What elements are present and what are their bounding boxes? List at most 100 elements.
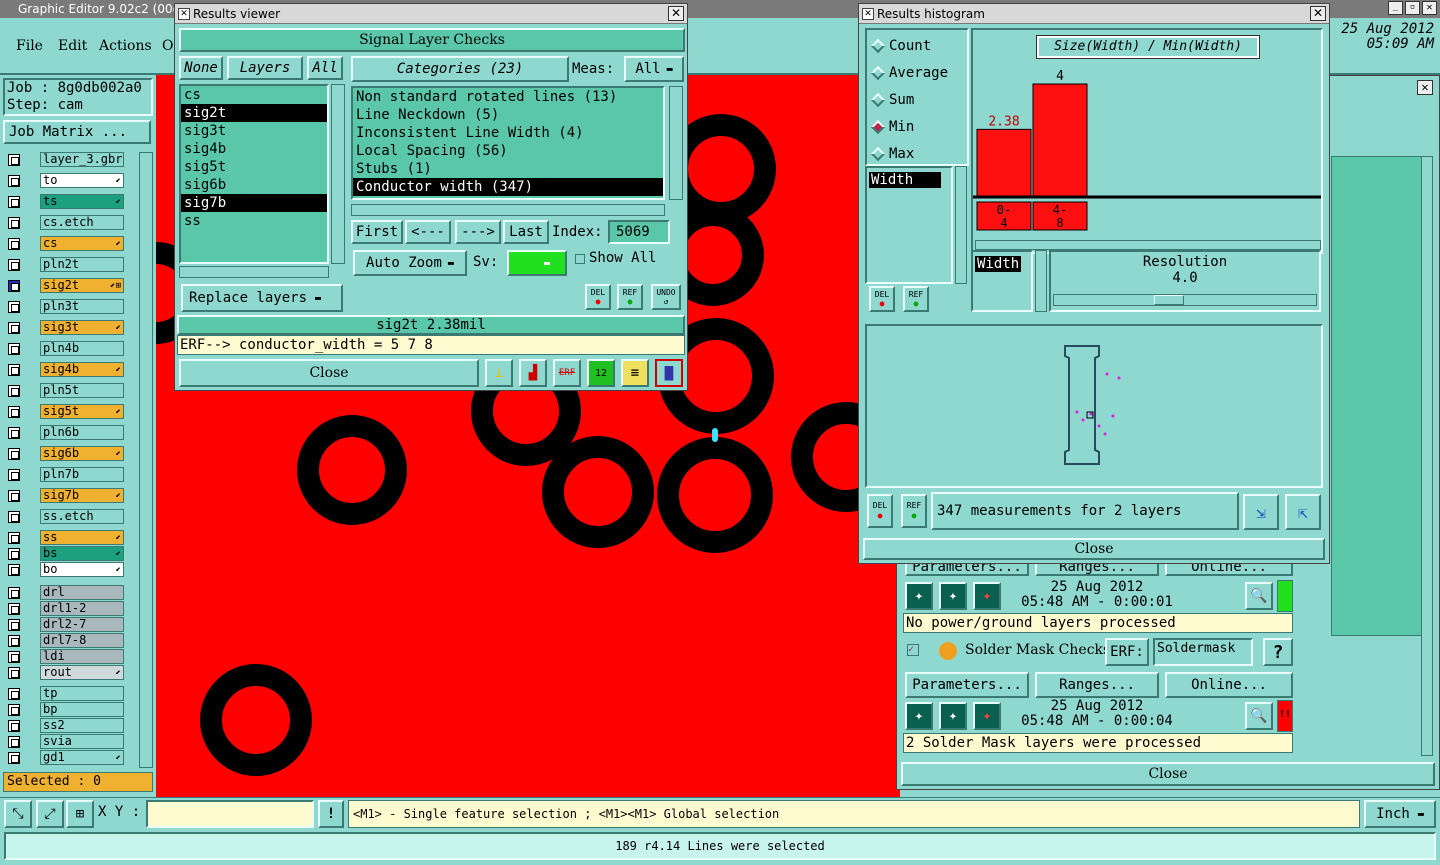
layer-checkbox[interactable] [8, 651, 20, 663]
all-button[interactable]: All [307, 56, 343, 80]
layer-checkbox[interactable] [8, 259, 20, 271]
layer-checkbox[interactable] [8, 448, 20, 460]
layer-checkbox[interactable] [8, 532, 20, 544]
layer-name[interactable]: sig5t ⬋ [40, 404, 124, 419]
layer-row[interactable]: ldi [8, 649, 124, 664]
layer-name[interactable]: cs.etch [40, 215, 124, 230]
layer-checkbox[interactable] [8, 688, 20, 700]
close-button[interactable]: Close [179, 359, 479, 387]
layer-name[interactable]: sig2t ⬋⊞ [40, 278, 124, 293]
layer-list-scrollbar[interactable] [331, 84, 345, 264]
layer-checkbox[interactable] [8, 603, 20, 615]
first-button[interactable]: First [351, 220, 403, 244]
chart-hscroll[interactable] [975, 240, 1321, 250]
layer-checkbox[interactable] [8, 196, 20, 208]
layer-row[interactable]: pln4b [8, 341, 124, 356]
layer-name[interactable]: layer_3.gbr [40, 152, 124, 167]
zoom-icon[interactable]: 🔍 [1245, 702, 1273, 730]
layer-name[interactable]: bs ⬋ [40, 546, 124, 561]
close-checks-icon[interactable]: ✕ [1417, 80, 1433, 95]
layer-list-item[interactable]: sig5t [181, 158, 327, 176]
last-button[interactable]: Last [503, 220, 549, 244]
histogram-close-button[interactable]: Close [863, 538, 1325, 560]
menu-options[interactable]: O [162, 38, 173, 54]
layer-row[interactable]: ss.etch [8, 509, 124, 524]
layer-checkbox[interactable] [8, 301, 20, 313]
category-item[interactable]: Stubs (1) [353, 160, 663, 178]
layer-row[interactable]: drl1-2 [8, 601, 124, 616]
menu-edit[interactable]: Edit [58, 38, 87, 54]
layer-row[interactable]: layer_3.gbr [8, 152, 124, 167]
measure-list-scrollbar[interactable] [955, 166, 967, 284]
numeric-icon[interactable]: 12 [587, 359, 615, 387]
del-button[interactable]: DEL ● [585, 284, 611, 310]
layer-row[interactable]: sig6b ⬋ [8, 446, 124, 461]
next-button[interactable]: ---> [455, 220, 501, 244]
run-partial-icon[interactable]: ✦ [939, 702, 967, 730]
layer-name[interactable]: ts ⬋ [40, 194, 124, 209]
mode-radio[interactable]: Sum [870, 90, 914, 110]
layer-row[interactable]: drl2-7 [8, 617, 124, 632]
layer-name[interactable]: pln3t [40, 299, 124, 314]
layer-checkbox[interactable] [8, 469, 20, 481]
enable-checkbox[interactable]: ✓ [907, 644, 919, 656]
minimize-button[interactable]: _ [1388, 1, 1403, 15]
export-icon[interactable]: ⇲ [1243, 494, 1279, 530]
layer-checkbox[interactable] [8, 427, 20, 439]
preview-ref-button[interactable]: REF ● [901, 494, 927, 528]
layer-checkbox[interactable] [8, 564, 20, 576]
layer-checkbox[interactable] [8, 217, 20, 229]
layer-name[interactable]: sig7b ⬋ [40, 488, 124, 503]
layer-name[interactable]: pln7b [40, 467, 124, 482]
checks-scrollbar[interactable] [1421, 156, 1433, 756]
layer-list-item[interactable]: sig3t [181, 122, 327, 140]
layer-row[interactable]: pln5t [8, 383, 124, 398]
erf-disabled-icon[interactable]: ERF [553, 359, 581, 387]
layer-name[interactable]: bo ⬋ [40, 562, 124, 577]
layer-row[interactable]: bp [8, 702, 124, 717]
layer-checkbox[interactable] [8, 238, 20, 250]
layer-name[interactable]: drl1-2 [40, 601, 124, 616]
layer-name[interactable]: rout ⬋ [40, 665, 124, 680]
run-partial-icon[interactable]: ✦ [939, 582, 967, 610]
ranges-button[interactable]: Ranges... [1035, 672, 1159, 698]
layer-list-box[interactable]: cs sig2t sig3t sig4b sig5t sig6b sig7b ss [179, 84, 329, 264]
alert-icon[interactable]: ! [318, 800, 344, 828]
layer-name[interactable]: cs ⬋ [40, 236, 124, 251]
layer-name[interactable]: svia [40, 734, 124, 749]
mode-radio[interactable]: Count [870, 36, 931, 56]
layer-row[interactable]: sig3t ⬋ [8, 320, 124, 335]
close-window-icon[interactable]: ✕ [668, 6, 684, 21]
layer-name[interactable]: sig3t ⬋ [40, 320, 124, 335]
layer-row[interactable]: pln3t [8, 299, 124, 314]
zoom-fit-icon[interactable]: ⤡ [4, 800, 32, 828]
zoom-icon[interactable]: 🔍 [1245, 582, 1273, 610]
category-scrollbar[interactable] [669, 86, 683, 200]
measure-list[interactable]: Width [865, 166, 953, 284]
histogram-icon[interactable]: ▇ [655, 359, 683, 387]
layer-row[interactable]: ss2 [8, 718, 124, 733]
run-icon[interactable]: ✦ [905, 582, 933, 610]
layer-checkbox[interactable] [8, 548, 20, 560]
meas-dropdown[interactable]: All ▬ [624, 56, 684, 82]
categories-button[interactable]: Categories (23) [351, 56, 569, 82]
units-dropdown[interactable]: Inch ▬ [1364, 800, 1436, 828]
layer-name[interactable]: ldi [40, 649, 124, 664]
import-icon[interactable]: ⇱ [1285, 494, 1321, 530]
menu-actions[interactable]: Actions [99, 38, 152, 54]
layer-checkbox[interactable] [8, 720, 20, 732]
layer-checkbox[interactable] [8, 490, 20, 502]
layer-checkbox[interactable] [8, 154, 20, 166]
layer-row[interactable]: bo ⬋ [8, 562, 124, 577]
run-icon[interactable]: ✦ [905, 702, 933, 730]
layer-row[interactable]: drl [8, 585, 124, 600]
mode-radio[interactable]: Min [870, 117, 914, 137]
layer-row[interactable]: pln6b [8, 425, 124, 440]
layer-row[interactable]: tp [8, 686, 124, 701]
run-stop-icon[interactable]: ✦ [973, 582, 1001, 610]
close-main-button[interactable]: ✕ [1422, 1, 1437, 15]
replace-layers-dropdown[interactable]: Replace layers ▬ [181, 284, 343, 312]
histogram-bar[interactable] [1032, 83, 1088, 197]
layer-row[interactable]: pln2t [8, 257, 124, 272]
window-controls[interactable]: _ ▫ ✕ [1388, 1, 1438, 16]
